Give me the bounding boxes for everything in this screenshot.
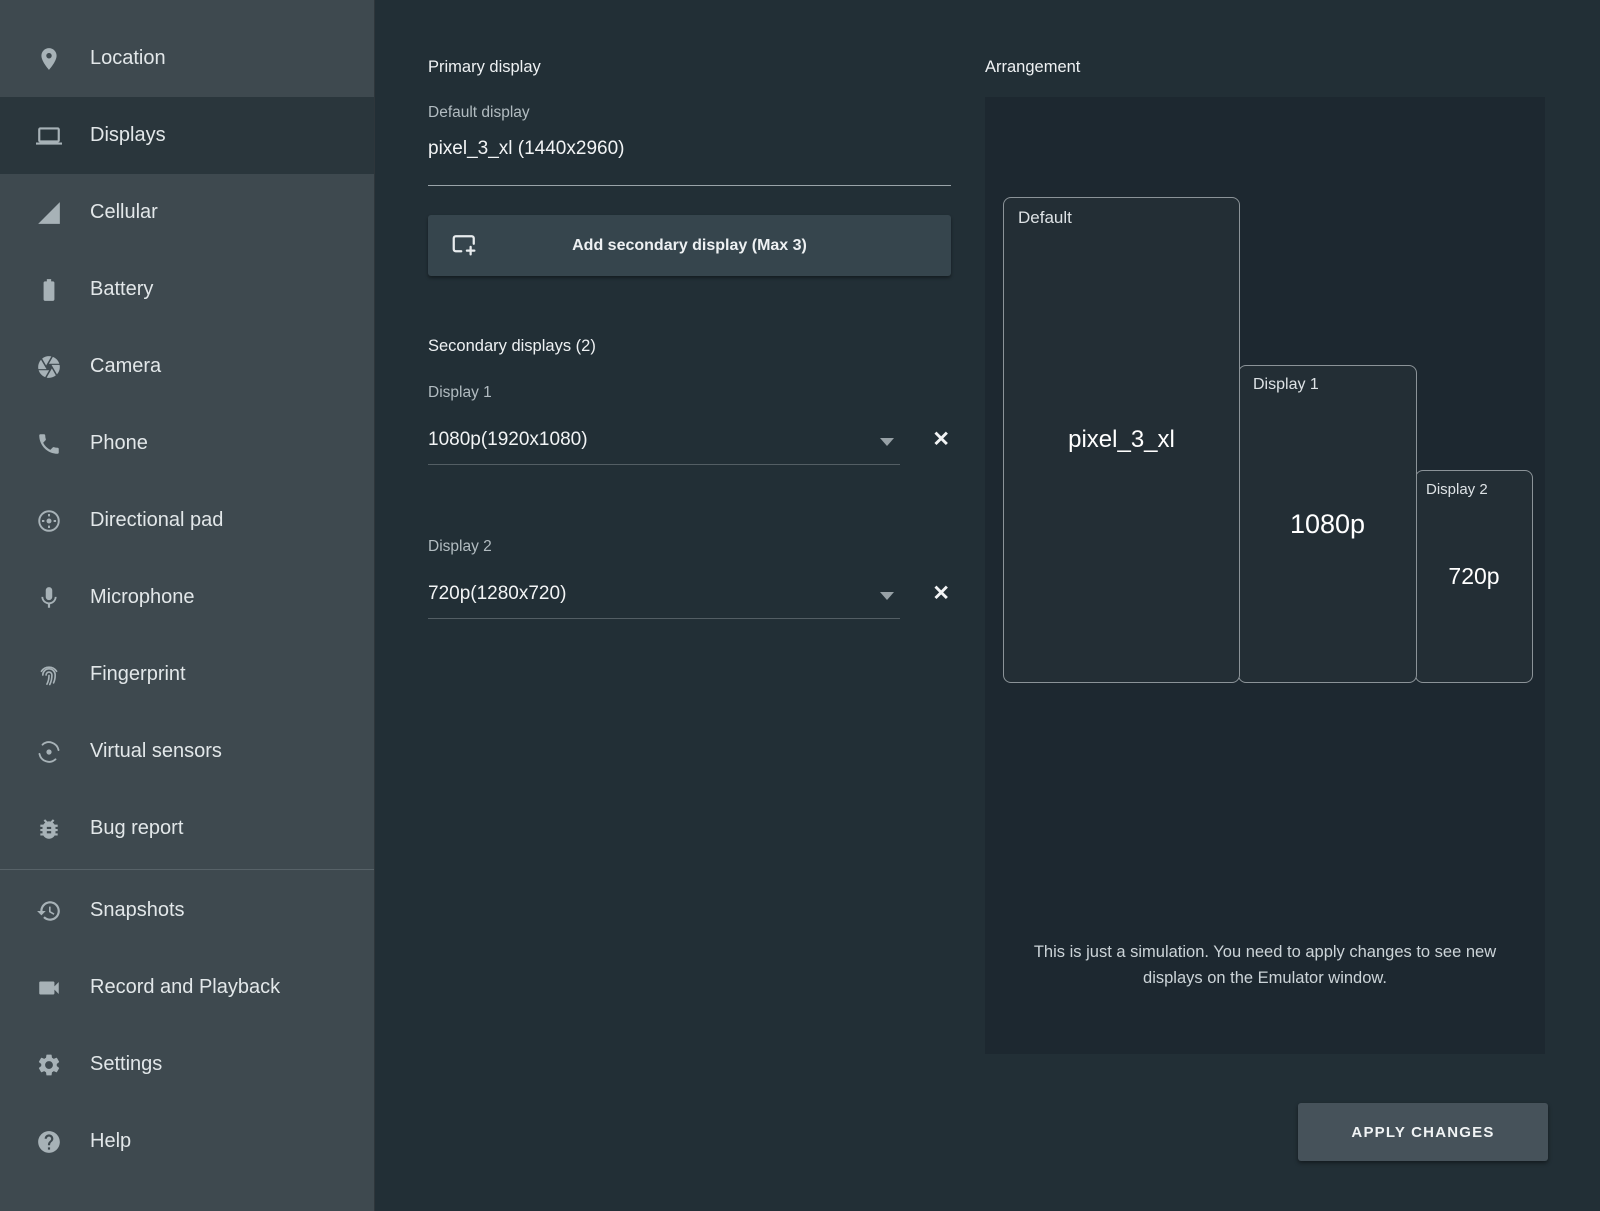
sidebar-item-bug-report[interactable]: Bug report bbox=[0, 790, 374, 867]
primary-display-heading: Primary display bbox=[428, 58, 951, 77]
arrangement-panel: Default pixel_3_xl Display 1 1080p Displ… bbox=[985, 97, 1545, 1054]
remove-display1-button[interactable]: ✕ bbox=[930, 427, 952, 452]
sidebar-item-record-playback[interactable]: Record and Playback bbox=[0, 949, 374, 1026]
bug-icon bbox=[36, 816, 62, 842]
phone-icon bbox=[36, 431, 62, 457]
sidebar-item-label: Virtual sensors bbox=[90, 740, 222, 763]
sidebar-item-label: Battery bbox=[90, 278, 153, 301]
display1-group: Display 1 1080p(1920x1080) ✕ bbox=[428, 384, 951, 465]
battery-icon bbox=[36, 277, 62, 303]
sidebar-item-snapshots[interactable]: Snapshots bbox=[0, 872, 374, 949]
fingerprint-icon bbox=[36, 662, 62, 688]
arrangement-display2[interactable]: Display 2 720p bbox=[1415, 470, 1533, 683]
default-display-value: pixel_3_xl (1440x2960) bbox=[428, 138, 951, 186]
displays-icon bbox=[36, 123, 62, 149]
help-icon bbox=[36, 1129, 62, 1155]
add-display-icon bbox=[450, 230, 480, 260]
sidebar-item-settings[interactable]: Settings bbox=[0, 1026, 374, 1103]
add-secondary-display-button[interactable]: Add secondary display (Max 3) bbox=[428, 215, 951, 276]
arrangement-section: Arrangement Default pixel_3_xl Display 1… bbox=[985, 0, 1545, 1054]
simulation-note: This is just a simulation. You need to a… bbox=[1027, 940, 1503, 991]
display1-resolution-select[interactable]: 1080p(1920x1080) ✕ bbox=[428, 429, 900, 465]
arrangement-display2-label: Display 2 bbox=[1426, 481, 1488, 498]
sidebar-item-displays[interactable]: Displays bbox=[0, 97, 374, 174]
display2-group: Display 2 720p(1280x720) ✕ bbox=[428, 538, 951, 619]
sidebar-item-label: Settings bbox=[90, 1053, 162, 1076]
sidebar-item-location[interactable]: Location bbox=[0, 20, 374, 97]
chevron-down-icon bbox=[880, 438, 894, 446]
sidebar-item-directional-pad[interactable]: Directional pad bbox=[0, 482, 374, 559]
location-pin-icon bbox=[36, 46, 62, 72]
microphone-icon bbox=[36, 585, 62, 611]
sidebar-item-microphone[interactable]: Microphone bbox=[0, 559, 374, 636]
sidebar-item-label: Help bbox=[90, 1130, 131, 1153]
display2-resolution-value: 720p(1280x720) bbox=[428, 583, 566, 604]
sidebar-item-label: Microphone bbox=[90, 586, 195, 609]
sidebar-item-fingerprint[interactable]: Fingerprint bbox=[0, 636, 374, 713]
display1-label: Display 1 bbox=[428, 384, 951, 402]
dpad-icon bbox=[36, 508, 62, 534]
arrangement-display2-value: 720p bbox=[1448, 563, 1499, 590]
sidebar-item-label: Cellular bbox=[90, 201, 158, 224]
snapshots-history-icon bbox=[36, 898, 62, 924]
virtual-sensors-icon bbox=[36, 739, 62, 765]
settings-gear-icon bbox=[36, 1052, 62, 1078]
camera-shutter-icon bbox=[36, 354, 62, 380]
cellular-signal-icon bbox=[36, 200, 62, 226]
sidebar-item-camera[interactable]: Camera bbox=[0, 328, 374, 405]
arrangement-heading: Arrangement bbox=[985, 58, 1545, 77]
sidebar-item-battery[interactable]: Battery bbox=[0, 251, 374, 328]
sidebar-item-label: Fingerprint bbox=[90, 663, 186, 686]
displays-settings-panel: Primary display Default display pixel_3_… bbox=[428, 0, 951, 619]
default-display-label: Default display bbox=[428, 104, 951, 122]
arrangement-display1-label: Display 1 bbox=[1253, 376, 1319, 394]
sidebar-item-label: Displays bbox=[90, 124, 166, 147]
sidebar-item-cellular[interactable]: Cellular bbox=[0, 174, 374, 251]
chevron-down-icon bbox=[880, 592, 894, 600]
arrangement-default-display[interactable]: Default pixel_3_xl bbox=[1003, 197, 1240, 683]
record-playback-icon bbox=[36, 975, 62, 1001]
remove-display2-button[interactable]: ✕ bbox=[930, 581, 952, 606]
display2-label: Display 2 bbox=[428, 538, 951, 556]
sidebar-item-label: Location bbox=[90, 47, 166, 70]
sidebar: Location Displays Cellular Battery Camer bbox=[0, 0, 375, 1211]
sidebar-item-help[interactable]: Help bbox=[0, 1103, 374, 1180]
add-secondary-display-label: Add secondary display (Max 3) bbox=[572, 237, 807, 255]
arrangement-default-label: Default bbox=[1018, 208, 1072, 228]
display2-resolution-select[interactable]: 720p(1280x720) ✕ bbox=[428, 583, 900, 619]
sidebar-item-label: Bug report bbox=[90, 817, 183, 840]
sidebar-item-label: Directional pad bbox=[90, 509, 223, 532]
sidebar-item-label: Camera bbox=[90, 355, 161, 378]
secondary-displays-heading: Secondary displays (2) bbox=[428, 337, 951, 356]
display1-resolution-value: 1080p(1920x1080) bbox=[428, 429, 588, 450]
arrangement-display1-value: 1080p bbox=[1290, 509, 1365, 540]
sidebar-item-phone[interactable]: Phone bbox=[0, 405, 374, 482]
sidebar-item-label: Snapshots bbox=[90, 899, 185, 922]
sidebar-divider bbox=[0, 869, 374, 870]
sidebar-item-virtual-sensors[interactable]: Virtual sensors bbox=[0, 713, 374, 790]
arrangement-default-value: pixel_3_xl bbox=[1068, 426, 1175, 454]
apply-changes-button[interactable]: APPLY CHANGES bbox=[1298, 1103, 1548, 1161]
sidebar-item-label: Record and Playback bbox=[90, 976, 280, 999]
arrangement-display1[interactable]: Display 1 1080p bbox=[1238, 365, 1417, 683]
sidebar-item-label: Phone bbox=[90, 432, 148, 455]
